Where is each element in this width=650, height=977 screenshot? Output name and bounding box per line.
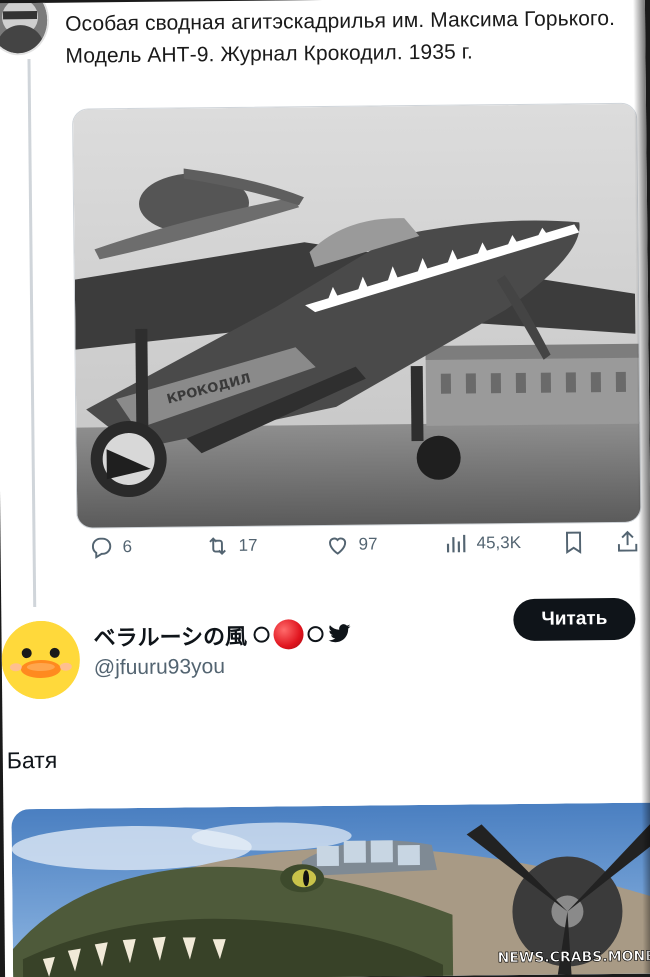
twitter-bird-icon	[328, 624, 351, 643]
like-count: 97	[358, 534, 378, 554]
reply-button[interactable]: 6	[88, 534, 132, 560]
tweet-photo-ant9[interactable]: КРОКОДИЛ	[72, 102, 642, 529]
watermark-text: NEWS.CRABS.MONEY	[498, 948, 650, 966]
retweet-icon	[209, 537, 226, 556]
reply-icon	[91, 537, 112, 559]
user-handle[interactable]: @jfuuru93you	[94, 655, 225, 680]
retweet-button[interactable]: 17	[204, 533, 258, 560]
author-avatar[interactable]	[0, 0, 50, 56]
white-circle-icon	[253, 626, 270, 643]
tweet-action-bar: 6 17 97 45,3K	[88, 529, 648, 575]
views-button[interactable]: 45,3K	[442, 530, 521, 557]
views-count: 45,3K	[476, 532, 522, 553]
duck-avatar[interactable]	[1, 620, 81, 700]
thread-line	[27, 59, 37, 608]
tweet-photo-crocodile-plane[interactable]: NEWS.CRABS.MONEY	[11, 802, 650, 977]
reply-count: 6	[122, 537, 133, 557]
white-circle-icon	[307, 626, 324, 643]
screenshot-sheet: Особая сводная агитэскадрилья им. Максим…	[0, 0, 650, 977]
red-circle-icon	[272, 619, 304, 650]
share-icon	[617, 530, 638, 552]
display-name-text: ベラルーシの風	[93, 623, 248, 651]
tweet-text: Особая сводная агитэскадрилья им. Максим…	[65, 6, 616, 68]
bookmark-icon	[565, 531, 582, 555]
like-button[interactable]: 97	[324, 531, 378, 558]
follow-button[interactable]: Читать	[513, 597, 636, 642]
bookmark-button[interactable]	[560, 529, 586, 555]
share-button[interactable]	[614, 529, 640, 555]
display-name[interactable]: ベラルーシの風	[93, 618, 351, 653]
views-icon	[446, 534, 466, 553]
heart-icon	[329, 537, 347, 555]
tweet-text-2: Батя	[6, 746, 58, 774]
retweet-count: 17	[238, 535, 258, 555]
